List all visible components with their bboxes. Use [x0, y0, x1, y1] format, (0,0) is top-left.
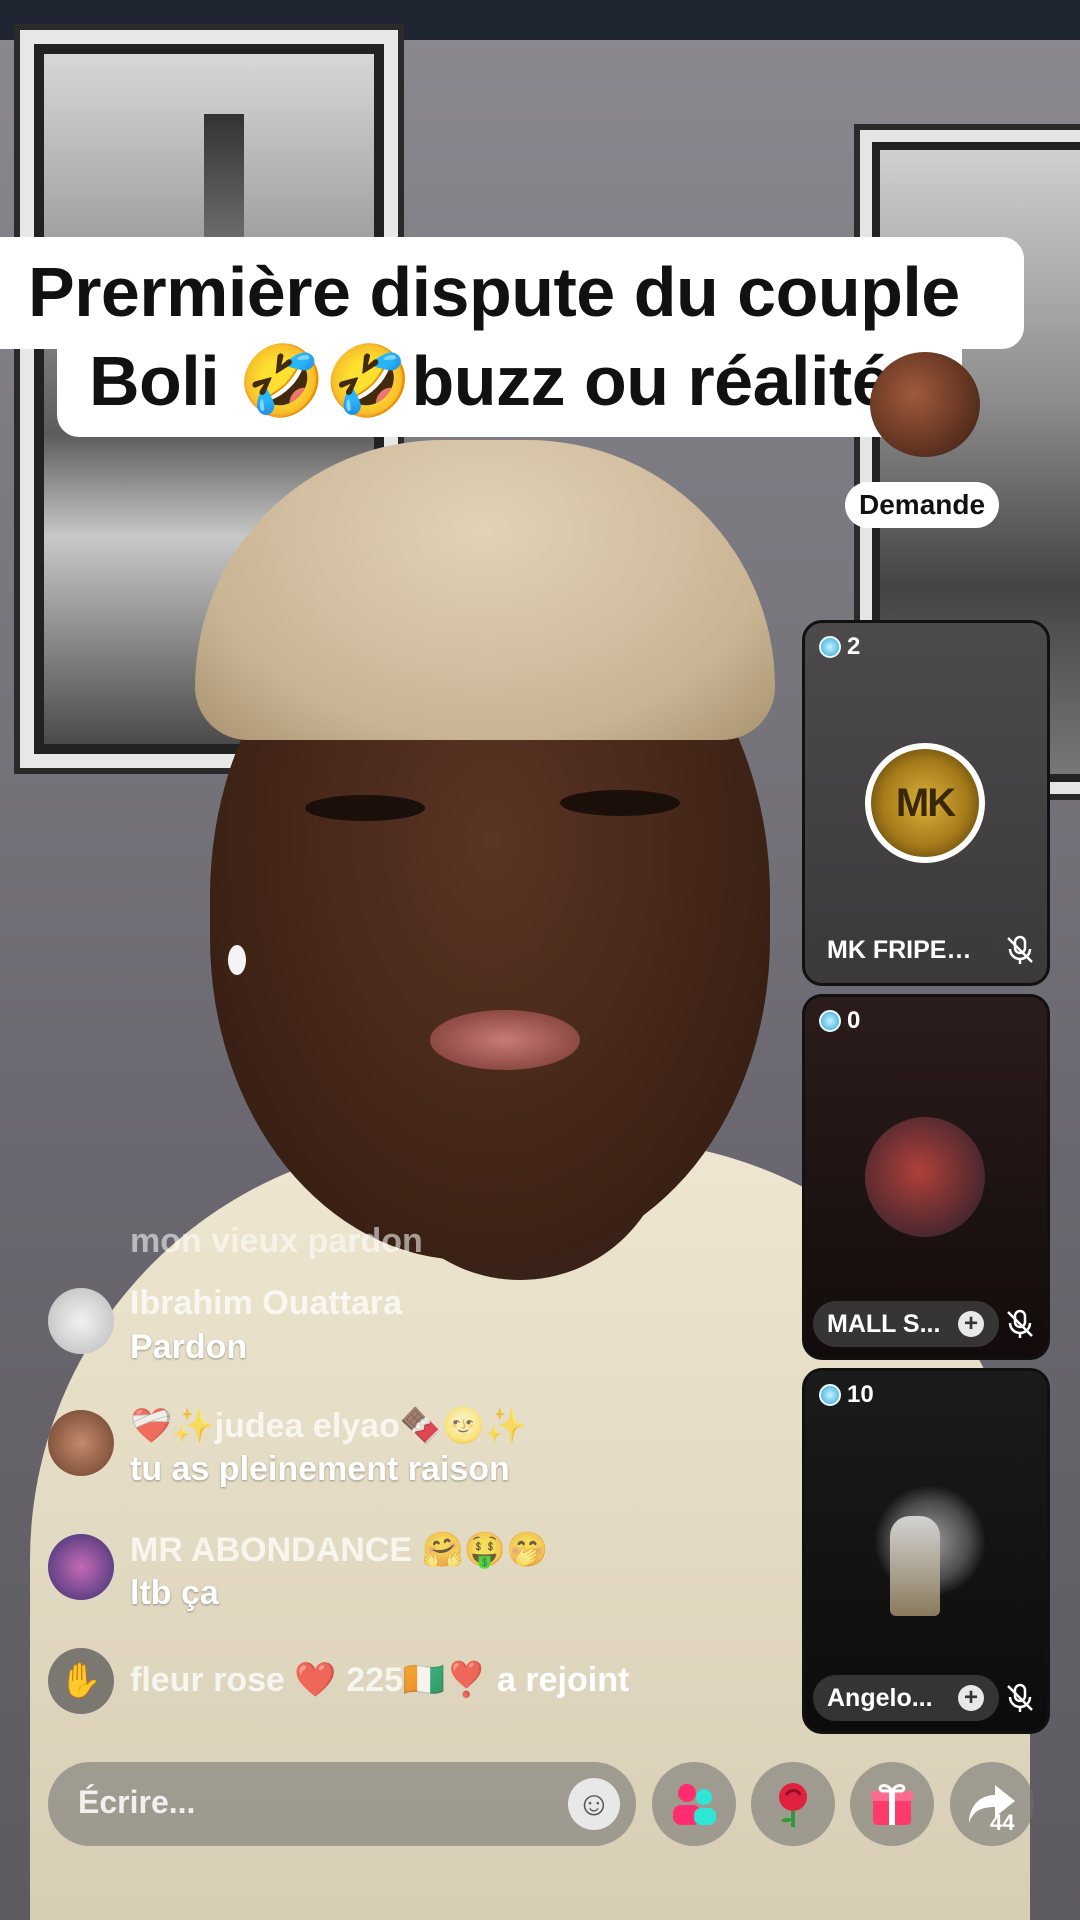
mic-off-icon — [1007, 935, 1033, 964]
chat-text: ltb ça — [130, 1574, 219, 1612]
host-earring — [228, 945, 246, 975]
rose-icon — [779, 1783, 807, 1827]
join-action: a rejoint — [497, 1661, 630, 1699]
wave-hand-icon[interactable]: ✋ — [48, 1648, 114, 1714]
rose-gift-button[interactable] — [751, 1762, 835, 1846]
chat-faded-message: mon vieux pardon — [130, 1222, 423, 1260]
guest-avatar[interactable]: MK — [865, 743, 985, 863]
chat-text: Pardon — [130, 1328, 248, 1366]
guest-video-figure — [890, 1516, 940, 1616]
guest-avatar[interactable] — [865, 1117, 985, 1237]
smiley-icon[interactable]: ☺ — [568, 1778, 620, 1830]
chat-username[interactable]: MR ABONDANCE 🤗🤑🤭 — [130, 1530, 549, 1570]
guest-score-value: 2 — [847, 633, 861, 660]
chat-username[interactable]: ❤️‍🩹✨judea elyao🍫🌝✨ — [130, 1406, 527, 1446]
diamond-icon — [819, 1010, 841, 1032]
guest-score: 0 — [819, 1007, 860, 1035]
share-count: 44 — [990, 1810, 1015, 1835]
avatar[interactable] — [48, 1288, 114, 1354]
gift-icon — [871, 1784, 913, 1825]
guest-score: 10 — [819, 1381, 874, 1409]
guest-tile[interactable]: 10 Angelo... + — [802, 1368, 1050, 1734]
diamond-icon — [819, 636, 841, 658]
comment-placeholder: Écrire... — [78, 1784, 196, 1820]
guest-avatar-logo-text: MK — [895, 780, 956, 825]
mic-off-icon — [1007, 1683, 1033, 1712]
follow-plus-icon[interactable]: + — [958, 1311, 984, 1337]
video-title-line-2: Boli 🤣🤣buzz ou réalité? — [57, 335, 962, 437]
guest-name[interactable]: MK FRIPER... — [813, 927, 993, 973]
join-text: fleur rose ❤️ 225🇨🇮❣️ a rejoint — [130, 1660, 629, 1700]
guest-tile[interactable]: 2 MK MK FRIPER... — [802, 620, 1050, 986]
avatar[interactable] — [48, 1410, 114, 1476]
avatar[interactable] — [48, 1534, 114, 1600]
diamond-icon — [819, 1384, 841, 1406]
guest-score-value: 0 — [847, 1007, 861, 1034]
people-icon — [673, 1784, 716, 1825]
chat-username[interactable]: Ibrahim Ouattara — [130, 1284, 402, 1323]
host-avatar[interactable] — [870, 352, 980, 457]
mic-off-icon — [1007, 1309, 1033, 1338]
gift-button[interactable] — [850, 1762, 934, 1846]
host-eye-right — [560, 790, 680, 816]
guests-button[interactable] — [652, 1762, 736, 1846]
chat-text: tu as pleinement raison — [130, 1450, 510, 1488]
join-username[interactable]: fleur rose ❤️ 225🇨🇮❣️ — [130, 1661, 488, 1699]
video-title-line-1: Prermière dispute du couple — [0, 237, 1024, 349]
guest-tile[interactable]: 0 MALL S... + — [802, 994, 1050, 1360]
host-mouth — [430, 1010, 580, 1070]
follow-plus-icon[interactable]: + — [958, 1685, 984, 1711]
guest-score-value: 10 — [847, 1381, 874, 1408]
comment-input[interactable]: Écrire... ☺ — [48, 1762, 636, 1846]
request-button[interactable]: Demande — [845, 482, 1000, 528]
guest-score: 2 — [819, 633, 860, 661]
host-eye-left — [305, 795, 425, 821]
